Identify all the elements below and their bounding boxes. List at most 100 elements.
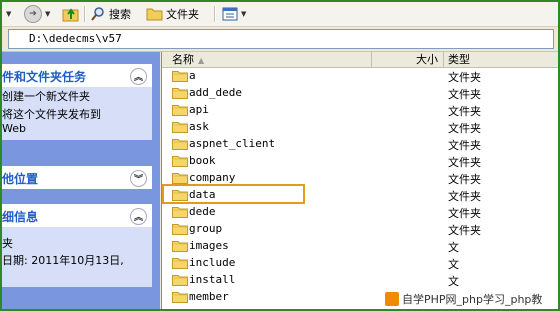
watermark: 自学PHP网_php学习_php教 — [385, 289, 558, 309]
folder-icon — [172, 139, 188, 150]
file-type: 文件夹 — [448, 88, 481, 101]
watermark-text: 自学PHP网_php学习_php教 — [402, 293, 543, 306]
views-button[interactable]: ▼ — [222, 4, 246, 23]
file-list: 名称 ▲ 大小 类型 a 文件夹 add_dede 文件夹 api 文件夹 ask 文件夹 asp… — [161, 52, 558, 309]
file-type: 文件夹 — [448, 224, 481, 237]
file-name: ask — [189, 120, 209, 133]
forward-arrow-icon: ➔ — [24, 4, 42, 23]
search-button[interactable]: 搜索 — [90, 4, 131, 23]
folder-icon — [172, 207, 188, 218]
task-publish-web[interactable]: 将这个文件夹发布到 — [2, 108, 152, 122]
folder-icon — [172, 275, 188, 286]
up-folder-icon — [62, 7, 79, 21]
file-type: 文件夹 — [448, 105, 481, 118]
file-name: company — [189, 171, 236, 184]
folder-icon — [172, 241, 188, 252]
search-icon — [91, 6, 104, 21]
collapse-icon[interactable]: ︽ — [130, 67, 147, 85]
file-name: api — [189, 103, 209, 116]
toolbar-separator — [214, 6, 216, 22]
panel-header[interactable]: 细信息 ︽ — [2, 204, 152, 227]
file-type: 文件夹 — [448, 173, 481, 186]
column-size-label: 大小 — [416, 53, 438, 66]
folder-icon — [172, 173, 188, 184]
file-folder-tasks-panel: 件和文件夹任务 ︽ 创建一个新文件夹 将这个文件夹发布到 Web — [2, 64, 152, 140]
task-publish-web-cont[interactable]: Web — [2, 122, 152, 136]
folder-icon — [172, 224, 188, 235]
list-item[interactable]: api 文件夹 — [162, 102, 558, 119]
column-header: 名称 ▲ 大小 类型 — [162, 52, 558, 68]
dropdown-arrow-icon: ▼ — [6, 9, 12, 18]
panel-title: 他位置 — [2, 171, 39, 186]
panel-header[interactable]: 件和文件夹任务 ︽ — [2, 64, 152, 87]
column-size[interactable]: 大小 — [372, 52, 444, 67]
list-item[interactable]: group 文件夹 — [162, 221, 558, 238]
file-name: dede — [189, 205, 216, 218]
address-field[interactable]: D:\dedecms\v57 — [8, 29, 554, 49]
toolbar: ▼ ➔ ▼ 搜索 文件夹 ▼ — [2, 2, 558, 27]
highlight-box — [162, 184, 305, 204]
panel-header[interactable]: 他位置 ︾ — [2, 166, 152, 189]
panel-title: 件和文件夹任务 — [2, 69, 87, 84]
file-name: add_dede — [189, 86, 242, 99]
file-name: book — [189, 154, 216, 167]
file-type: 文件夹 — [448, 156, 481, 169]
list-item[interactable]: include 文 — [162, 255, 558, 272]
list-item[interactable]: add_dede 文件夹 — [162, 85, 558, 102]
folder-icon — [172, 122, 188, 133]
list-item[interactable]: aspnet_client 文件夹 — [162, 136, 558, 153]
file-name: install — [189, 273, 236, 286]
column-name[interactable]: 名称 ▲ — [162, 52, 372, 67]
file-type: 文件夹 — [448, 122, 481, 135]
details-date: 日期: 2011年10月13日, — [2, 254, 124, 267]
panel-body: 夹 日期: 2011年10月13日, — [2, 227, 152, 287]
other-places-panel: 他位置 ︾ — [2, 166, 152, 189]
list-item[interactable]: ask 文件夹 — [162, 119, 558, 136]
up-folder-button[interactable] — [62, 4, 80, 23]
sort-ascending-icon: ▲ — [198, 56, 205, 65]
column-name-label: 名称 — [172, 53, 194, 66]
file-type: 文 — [448, 275, 459, 288]
folder-icon — [172, 105, 188, 116]
expand-icon[interactable]: ︾ — [130, 169, 147, 187]
column-type-label: 类型 — [448, 53, 470, 66]
search-label: 搜索 — [109, 7, 131, 21]
file-name: a — [189, 69, 196, 82]
task-new-folder[interactable]: 创建一个新文件夹 — [2, 90, 152, 104]
file-type: 文件夹 — [448, 207, 481, 220]
file-name: images — [189, 239, 229, 252]
folder-icon — [172, 258, 188, 269]
list-item[interactable]: install 文 — [162, 272, 558, 289]
panel-title: 细信息 — [2, 209, 39, 224]
file-type: 文 — [448, 258, 459, 271]
views-icon — [222, 7, 238, 20]
collapse-icon[interactable]: ︽ — [130, 207, 147, 225]
file-name: include — [189, 256, 236, 269]
back-button[interactable]: ▼ — [6, 4, 11, 23]
toolbar-separator — [84, 6, 86, 22]
folder-icon — [172, 156, 188, 167]
address-value: D:\dedecms\v57 — [29, 32, 122, 45]
details-panel: 细信息 ︽ 夹 日期: 2011年10月13日, — [2, 204, 152, 287]
forward-button[interactable]: ➔ ▼ — [24, 4, 50, 23]
panel-body: 创建一个新文件夹 将这个文件夹发布到 Web — [2, 87, 152, 140]
folders-button[interactable]: 文件夹 — [146, 4, 199, 23]
forward-dropdown-icon: ▼ — [45, 9, 51, 18]
list-item[interactable]: book 文件夹 — [162, 153, 558, 170]
file-type: 文件夹 — [448, 190, 481, 203]
list-item[interactable]: images 文 — [162, 238, 558, 255]
column-type[interactable]: 类型 — [444, 52, 558, 67]
views-dropdown-icon: ▼ — [241, 9, 247, 18]
list-item[interactable]: a 文件夹 — [162, 68, 558, 85]
folder-icon — [172, 71, 188, 82]
folder-icon — [146, 8, 163, 21]
task-pane: 件和文件夹任务 ︽ 创建一个新文件夹 将这个文件夹发布到 Web 他位置 ︾ 细… — [2, 52, 160, 309]
watermark-logo-icon — [385, 292, 399, 306]
file-name: member — [189, 290, 229, 303]
list-item[interactable]: dede 文件夹 — [162, 204, 558, 221]
address-bar-row: D:\dedecms\v57 — [2, 27, 558, 52]
file-type: 文 — [448, 241, 459, 254]
details-type: 夹 — [2, 237, 13, 250]
folder-icon — [172, 88, 188, 99]
folder-icon — [172, 292, 188, 303]
